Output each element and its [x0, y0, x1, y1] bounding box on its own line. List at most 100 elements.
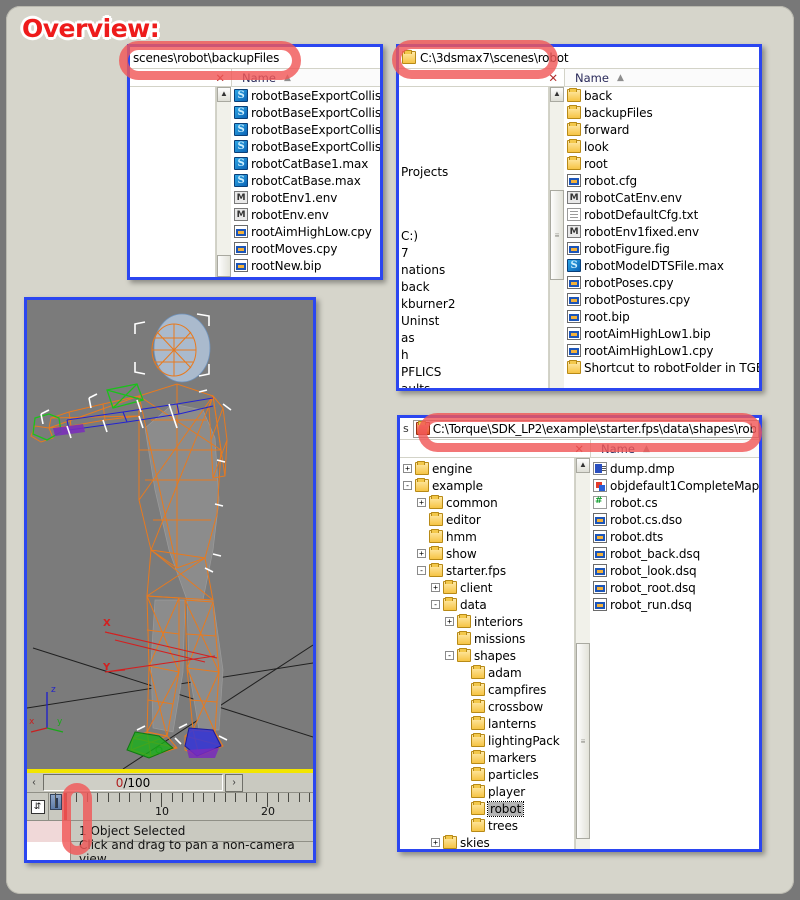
- file-list-scenes[interactable]: back backupFiles forward look root robot.cfg M…: [564, 87, 759, 388]
- column-label-name-scenes[interactable]: Name: [575, 71, 609, 85]
- scroll-up-icon-backupfiles[interactable]: ▲: [217, 87, 231, 102]
- address-bar-backupfiles[interactable]: scenes\robot\backupFiles: [130, 47, 380, 69]
- list-item[interactable]: MrobotEnv.env: [231, 206, 380, 223]
- tree-item[interactable]: + client: [400, 579, 574, 596]
- tree-item[interactable]: PFLICS: [401, 365, 441, 379]
- collapse-icon[interactable]: -: [417, 566, 426, 575]
- tree-item[interactable]: h: [401, 348, 409, 362]
- list-item[interactable]: SrobotBaseExportCollisionAni: [231, 87, 380, 104]
- tree-item[interactable]: lightingPack: [400, 732, 574, 749]
- tree-item[interactable]: robot: [400, 800, 574, 817]
- tree-item[interactable]: crossbow: [400, 698, 574, 715]
- scroll-thumb-torque[interactable]: ≡: [576, 643, 590, 839]
- tree-item[interactable]: trees: [400, 817, 574, 834]
- tree-item[interactable]: - data: [400, 596, 574, 613]
- list-item[interactable]: robotPostures.cpy: [564, 291, 759, 308]
- list-item[interactable]: look: [564, 138, 759, 155]
- list-item[interactable]: SrobotBaseExportCollisionAni: [231, 138, 380, 155]
- tree-item[interactable]: + show: [400, 545, 574, 562]
- list-item[interactable]: SrobotBaseExportCollisionAni: [231, 104, 380, 121]
- tree-item[interactable]: + interiors: [400, 613, 574, 630]
- list-item[interactable]: robotDefaultCfg.txt: [564, 206, 759, 223]
- list-item[interactable]: robot_look.dsq: [590, 562, 759, 579]
- scrollbar-tree-torque[interactable]: ▲ ≡: [575, 458, 590, 849]
- scroll-up-icon-scenes[interactable]: ▲: [550, 87, 564, 102]
- list-item[interactable]: robot_back.dsq: [590, 545, 759, 562]
- tree-item[interactable]: kburner2: [401, 297, 455, 311]
- tree-item[interactable]: markers: [400, 749, 574, 766]
- list-item[interactable]: MrobotEnv1.env: [231, 189, 380, 206]
- explorer-window-scenes[interactable]: C:\3dsmax7\scenes\robot ✕ Name ▲ Project…: [396, 44, 762, 391]
- tree-item[interactable]: C:): [401, 229, 418, 243]
- timeline-ruler-row[interactable]: ⇵ 10 20: [27, 793, 313, 821]
- tree-item[interactable]: Projects: [401, 165, 448, 179]
- list-item[interactable]: rootNew.bip: [231, 257, 380, 274]
- tree-item[interactable]: campfires: [400, 681, 574, 698]
- collapse-icon[interactable]: -: [403, 481, 412, 490]
- tree-item[interactable]: back: [401, 280, 430, 294]
- tree-item[interactable]: hmm: [400, 528, 574, 545]
- collapse-icon[interactable]: -: [431, 600, 440, 609]
- list-item[interactable]: SrobotCatBase.max: [231, 172, 380, 189]
- list-item[interactable]: robot.dts: [590, 528, 759, 545]
- list-item[interactable]: dump.dmp: [590, 460, 759, 477]
- scroll-thumb-scenes[interactable]: ≡: [550, 190, 564, 280]
- list-item[interactable]: robot.cfg: [564, 172, 759, 189]
- viewport-3d-canvas[interactable]: X Y z x y: [27, 300, 313, 769]
- list-item[interactable]: SrobotBaseExportCollisionAni: [231, 121, 380, 138]
- list-item[interactable]: forward: [564, 121, 759, 138]
- expand-icon[interactable]: +: [417, 549, 426, 558]
- list-item[interactable]: MrobotCatEnv.env: [564, 189, 759, 206]
- list-item[interactable]: rootAimHighLow1.cpy: [564, 342, 759, 359]
- list-item[interactable]: root.bip: [564, 308, 759, 325]
- tree-item[interactable]: - shapes: [400, 647, 574, 664]
- address-bar-torque[interactable]: s C:\Torque\SDK_LP2\example\starter.fps\…: [400, 418, 759, 440]
- list-item[interactable]: robot_root.dsq: [590, 579, 759, 596]
- collapse-icon[interactable]: -: [445, 651, 454, 660]
- list-item[interactable]: robotFigure.fig: [564, 240, 759, 257]
- tree-item[interactable]: 7: [401, 246, 409, 260]
- tree-item[interactable]: as: [401, 331, 415, 345]
- list-item[interactable]: robotPoses.cpy: [564, 274, 759, 291]
- scroll-thumb-backupfiles[interactable]: [217, 255, 231, 277]
- expand-icon[interactable]: +: [445, 617, 454, 626]
- tree-item[interactable]: particles: [400, 766, 574, 783]
- close-icon-torque[interactable]: ✕: [400, 440, 590, 457]
- timeline-slider-handle[interactable]: [50, 794, 62, 810]
- column-label-name-backupfiles[interactable]: Name: [242, 71, 276, 85]
- next-frame-button[interactable]: ›: [225, 773, 243, 792]
- folder-tree-backupfiles[interactable]: [130, 87, 216, 277]
- list-item[interactable]: backupFiles: [564, 104, 759, 121]
- explorer-window-backupfiles[interactable]: scenes\robot\backupFiles ✕ Name ▲ ▲ Srob…: [127, 44, 383, 280]
- tree-item[interactable]: player: [400, 783, 574, 800]
- list-item[interactable]: rootAimHighLow.cpy: [231, 223, 380, 240]
- list-item[interactable]: root: [564, 155, 759, 172]
- tree-item[interactable]: nations: [401, 263, 445, 277]
- folder-tree-scenes[interactable]: Projects C:) 7 nations back kburner2 Uninst as h…: [399, 87, 549, 388]
- list-item[interactable]: robot.cs.dso: [590, 511, 759, 528]
- tree-item[interactable]: Uninst: [401, 314, 439, 328]
- tree-item[interactable]: + engine: [400, 460, 574, 477]
- list-item[interactable]: back: [564, 87, 759, 104]
- expand-icon[interactable]: +: [403, 464, 412, 473]
- scrollbar-tree-scenes[interactable]: ▲ ≡: [549, 87, 564, 388]
- list-item[interactable]: # robot.cs: [590, 494, 759, 511]
- file-list-torque[interactable]: dump.dmpobjdefault1CompleteMap.png#robot…: [590, 458, 759, 849]
- tree-item[interactable]: - example: [400, 477, 574, 494]
- tree-item[interactable]: lanterns: [400, 715, 574, 732]
- expand-icon[interactable]: +: [431, 583, 440, 592]
- close-icon-scenes[interactable]: ✕: [399, 69, 564, 86]
- expand-icon[interactable]: +: [417, 498, 426, 507]
- close-icon-backupfiles[interactable]: ✕: [130, 69, 231, 86]
- tree-item[interactable]: editor: [400, 511, 574, 528]
- prev-frame-button[interactable]: ‹: [27, 773, 41, 792]
- column-label-name-torque[interactable]: Name: [601, 442, 635, 456]
- tree-item[interactable]: - starter.fps: [400, 562, 574, 579]
- scrollbar-tree-backupfiles[interactable]: ▲: [216, 87, 231, 277]
- timeline-ruler[interactable]: 10 20: [49, 793, 313, 820]
- list-item[interactable]: objdefault1CompleteMap.png: [590, 477, 759, 494]
- frame-counter-field[interactable]: 0 / 100: [43, 774, 223, 791]
- scroll-up-icon-torque[interactable]: ▲: [576, 458, 590, 473]
- file-list-backupfiles[interactable]: SrobotBaseExportCollisionAniSrobotBaseEx…: [231, 87, 380, 277]
- list-item[interactable]: SrobotCatBase1.max: [231, 155, 380, 172]
